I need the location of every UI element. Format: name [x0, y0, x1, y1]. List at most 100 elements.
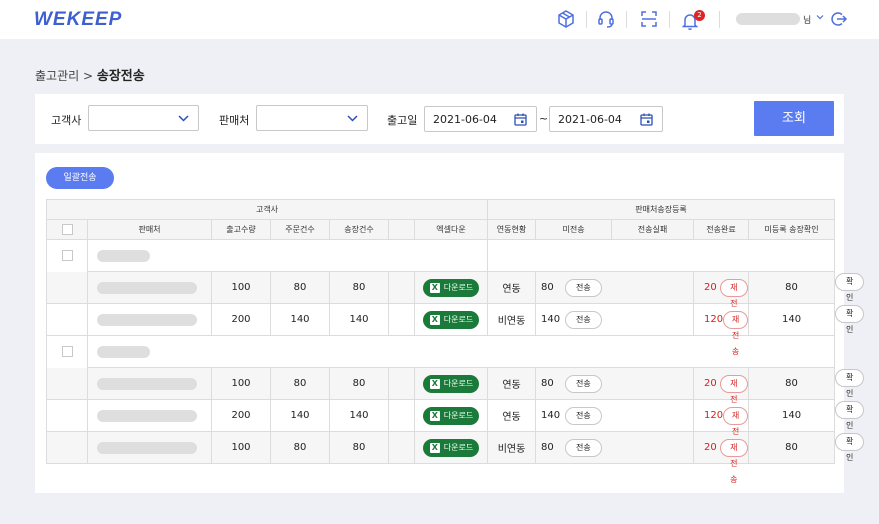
customer-name-placeholder [97, 345, 150, 358]
logo[interactable]: WEKEEP [34, 9, 122, 31]
scan-icon[interactable] [639, 9, 659, 29]
customer-select[interactable] [88, 105, 199, 131]
customer-group-row [46, 239, 836, 272]
send-button[interactable]: 전송 [565, 438, 602, 457]
unsent-cell: 80 전송 [535, 271, 695, 304]
excel-icon: X [429, 282, 440, 293]
invoices-cell: 140 [329, 303, 389, 336]
col-header-invoices: 송장건수 [329, 219, 389, 240]
resend-button[interactable]: 재전송 [719, 438, 749, 484]
invoices-cell: 80 [329, 271, 389, 304]
customer-name-cell [87, 239, 488, 272]
seller-name-cell [87, 399, 212, 432]
download-label: 다운로드 [443, 283, 474, 292]
failed-count: 20 [704, 282, 717, 293]
send-button[interactable]: 전송 [565, 278, 602, 297]
unsent-cell: 80 전송 [535, 431, 695, 464]
date-to-value: 2021-06-04 [558, 113, 622, 126]
excel-cell: X 다운로드 [413, 367, 489, 400]
calendar-icon[interactable] [514, 113, 527, 126]
failed-count: 120 [704, 314, 724, 325]
failed-count: 20 [704, 378, 717, 389]
excel-download-button[interactable]: X 다운로드 [422, 310, 480, 329]
excel-download-button[interactable]: X 다운로드 [422, 278, 480, 297]
send-button[interactable]: 전송 [565, 310, 602, 329]
excel-download-button[interactable]: X 다운로드 [422, 438, 480, 457]
invoices-cell: 80 [329, 431, 389, 464]
out-qty-cell: 200 [211, 303, 271, 336]
resend-button[interactable]: 재전송 [723, 406, 749, 452]
invoice-table: 고객사 판매처송장등록 판매처 출고수량 주문건수 송장건수 엑셀다운 연동현황… [45, 199, 865, 484]
orders-cell: 140 [270, 303, 330, 336]
download-label: 다운로드 [443, 315, 474, 324]
out-qty-cell: 100 [211, 367, 271, 400]
date-from-input[interactable]: 2021-06-04 [424, 106, 537, 132]
link-status-cell: 연동 [487, 399, 537, 432]
send-button[interactable]: 전송 [565, 374, 602, 393]
unsent-cell: 80 전송 [535, 367, 695, 400]
send-button[interactable]: 전송 [565, 406, 602, 425]
failed-cell: 20재전송 [693, 271, 750, 324]
out-qty-cell: 100 [211, 271, 271, 304]
download-label: 다운로드 [443, 379, 474, 388]
filter-panel: 고객사 판매처 출고일 2021-06-04 ~ 2021-06-04 조회 [35, 94, 844, 144]
group-checkbox[interactable] [61, 346, 73, 357]
excel-download-button[interactable]: X 다운로드 [422, 374, 480, 393]
user-name-placeholder[interactable] [736, 13, 800, 25]
table-row: 100 80 80 X다운로드 연동 80전송 20재전송 80 확인 [46, 271, 865, 324]
group-header-seller-invoice: 판매처송장등록 [487, 199, 836, 220]
calendar-icon[interactable] [640, 113, 653, 126]
bulk-send-button[interactable]: 일괄전송 [46, 167, 114, 189]
excel-icon: X [429, 378, 440, 389]
date-to-input[interactable]: 2021-06-04 [549, 106, 663, 132]
confirm-button[interactable]: 확인 [835, 272, 865, 302]
confirm-button[interactable]: 확인 [835, 400, 865, 430]
table-row: 100 80 80 X 다운로드 비연동 80 전송 20 재전송 80 확인 [46, 431, 865, 484]
resend-button[interactable]: 재전송 [719, 278, 749, 324]
header-divider [626, 11, 627, 28]
search-button[interactable]: 조회 [754, 101, 834, 136]
customer-label: 고객사 [51, 114, 82, 127]
group-checkbox-cell [46, 335, 88, 368]
unsent-cell: 140 전송 [535, 399, 695, 432]
col-header-link-status: 연동현황 [487, 219, 537, 240]
resend-button[interactable]: 재전송 [723, 310, 749, 356]
download-label: 다운로드 [443, 443, 474, 452]
done-cell: 80 [748, 271, 836, 304]
user-suffix: 님 [803, 16, 812, 26]
confirm-button[interactable]: 확인 [835, 304, 865, 334]
seller-select[interactable] [256, 105, 368, 131]
customer-name-cell [87, 335, 836, 368]
confirm-button[interactable]: 확인 [835, 432, 865, 462]
failed-cell: 120재전송 [693, 303, 750, 356]
col-header-excel: 엑셀다운 [413, 219, 489, 240]
table-row: 100 80 80 X다운로드 연동 80전송 20재전송 80 확인 [46, 367, 865, 420]
resend-button[interactable]: 재전송 [719, 374, 749, 420]
chevron-down-icon[interactable] [815, 12, 825, 22]
col-header-orders: 주문건수 [270, 219, 330, 240]
col-header-seller: 판매처 [87, 219, 212, 240]
headset-icon[interactable] [596, 9, 616, 29]
table-row: 200 140 140 X 다운로드 비연동 140 전송 120 재전송 140 확… [46, 303, 865, 356]
out-qty-cell: 100 [211, 431, 271, 464]
box-icon[interactable] [556, 9, 576, 29]
excel-download-button[interactable]: X 다운로드 [422, 406, 480, 425]
seller-name-cell [87, 271, 212, 304]
orders-cell: 140 [270, 399, 330, 432]
date-label: 출고일 [387, 114, 418, 127]
col-header-failed: 전송실패 [611, 219, 695, 240]
col-header-unregistered: 미등록 송장확인 [748, 219, 836, 240]
seller-name-placeholder [97, 313, 197, 326]
group-checkbox[interactable] [61, 250, 73, 261]
breadcrumb: 출고관리 > 송장전송 [35, 65, 145, 84]
select-all-checkbox[interactable] [61, 224, 73, 235]
orders-cell: 80 [270, 367, 330, 400]
excel-icon: X [429, 410, 440, 421]
seller-name-placeholder [97, 409, 197, 422]
unsent-cell: 140 전송 [535, 303, 695, 336]
col-header-out-qty: 출고수량 [211, 219, 271, 240]
logout-icon[interactable] [829, 9, 849, 29]
confirm-button[interactable]: 확인 [835, 368, 865, 398]
unsent-count: 80 [541, 378, 554, 389]
breadcrumb-parent[interactable]: 출고관리 > [35, 69, 93, 83]
